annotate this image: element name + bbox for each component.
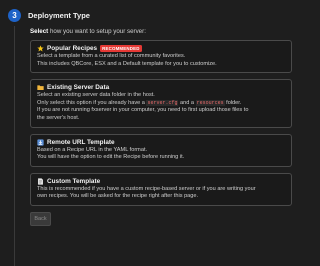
cloud-download-icon [37, 138, 44, 146]
option-description: You will have the option to edit the Rec… [37, 154, 185, 161]
back-button[interactable]: Back [30, 211, 51, 226]
description-text: Only select this option if you already h… [37, 99, 147, 106]
resources-code: resources [195, 99, 225, 106]
option-description: Based on a Recipe URL in the YAML format… [37, 146, 148, 153]
option-description: Select an existing server data folder in… [37, 92, 155, 99]
intro-rest: how you want to setup your server: [48, 28, 146, 35]
option-custom-template[interactable]: Custom Template This is recommended if y… [30, 172, 292, 206]
folder-icon [37, 84, 44, 91]
option-title: Custom Template [47, 177, 101, 185]
option-title-row: Remote URL Template [37, 139, 285, 146]
star-icon [37, 45, 44, 52]
intro-text: Select how you want to setup your server… [30, 28, 292, 35]
server-cfg-code: server.cfg [146, 99, 179, 106]
step-content: Select how you want to setup your server… [30, 28, 292, 226]
option-description: If you are not running fxserver in your … [37, 107, 249, 114]
description-text: and a [178, 99, 196, 106]
intro-bold: Select [30, 28, 49, 35]
option-remote-url-template[interactable]: Remote URL Template Based on a Recipe UR… [30, 133, 292, 167]
option-title: Popular Recipes [47, 45, 98, 52]
option-title: Existing Server Data [47, 84, 110, 92]
option-description: the server's host. [37, 114, 80, 121]
option-title-row: Existing Server Data [37, 84, 285, 91]
recommended-badge: RECOMMENDED [100, 45, 142, 52]
option-description: Select a template from a curated list of… [37, 53, 186, 59]
option-existing-server-data[interactable]: Existing Server Data Select an existing … [30, 79, 292, 128]
option-title: Remote URL Template [47, 138, 115, 146]
step-connector-line [14, 26, 15, 266]
option-description: This includes QBCore, ESX and a Default … [37, 60, 217, 67]
description-text: folder. [224, 99, 242, 106]
option-description: Only select this option if you already h… [37, 99, 285, 108]
step-number-badge: 3 [8, 9, 21, 22]
option-title-row: Custom Template [37, 178, 285, 185]
step-title: Deployment Type [28, 11, 90, 20]
option-description: This is recommended if you have a custom… [37, 185, 256, 192]
step-header: 3 Deployment Type [8, 9, 90, 22]
option-title-row: Popular Recipes RECOMMENDED [37, 45, 285, 52]
option-description: own recipes. You will be asked for the r… [37, 193, 199, 200]
option-popular-recipes[interactable]: Popular Recipes RECOMMENDED Select a tem… [30, 40, 292, 74]
document-icon [37, 178, 44, 185]
